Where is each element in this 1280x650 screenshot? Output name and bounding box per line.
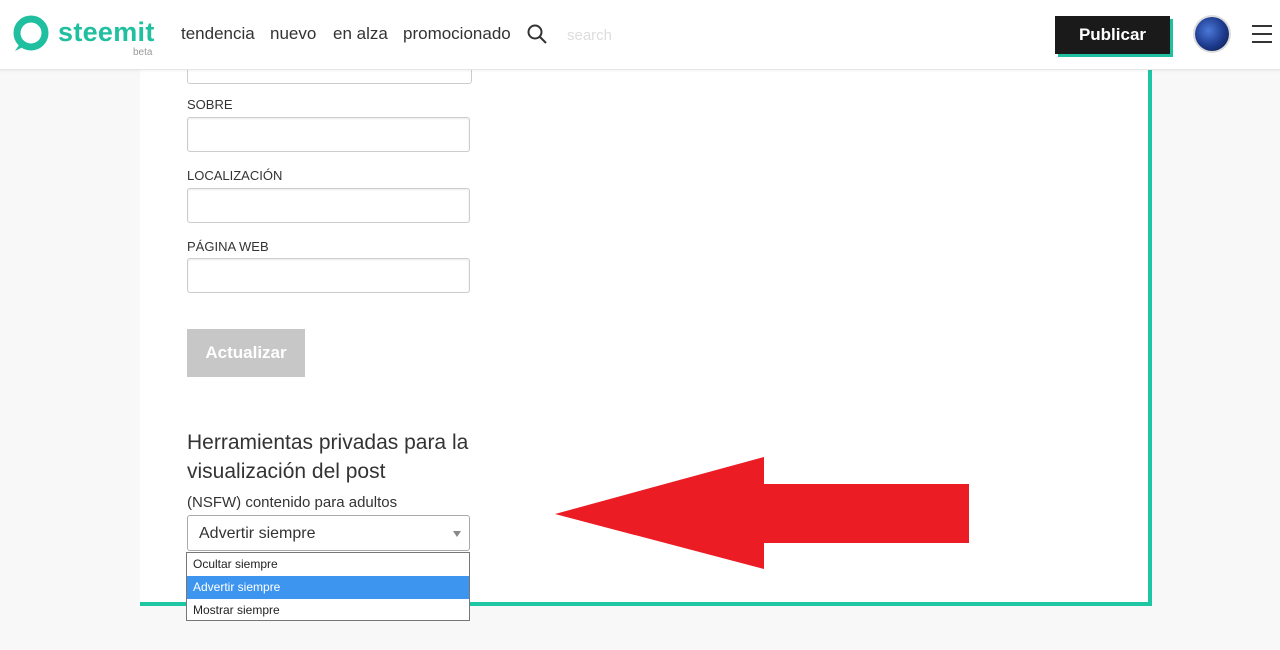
- privacy-section-title: Herramientas privadas para la visualizac…: [187, 431, 469, 483]
- update-button[interactable]: Actualizar: [187, 329, 305, 377]
- option-ocultar-siempre[interactable]: Ocultar siempre: [187, 553, 469, 576]
- nsfw-select-value: Advertir siempre: [199, 525, 316, 542]
- location-input[interactable]: [187, 188, 470, 223]
- publish-button[interactable]: Publicar: [1055, 16, 1170, 54]
- website-input[interactable]: [187, 258, 470, 293]
- website-label: PÁGINA WEB: [187, 239, 269, 254]
- option-mostrar-siempre[interactable]: Mostrar siempre: [187, 599, 469, 622]
- nav-link-en-alza[interactable]: en alza: [333, 24, 388, 44]
- about-input[interactable]: [187, 117, 470, 152]
- search-input[interactable]: [565, 21, 689, 49]
- nav-link-nuevo[interactable]: nuevo: [270, 24, 316, 44]
- nsfw-select[interactable]: Advertir siempre: [187, 515, 470, 551]
- steemit-logo-icon[interactable]: [13, 15, 49, 51]
- top-navbar: steemit beta tendencia nuevo en alza pro…: [0, 0, 1280, 70]
- chevron-down-icon: [453, 531, 461, 537]
- nav-link-tendencia[interactable]: tendencia: [181, 24, 255, 44]
- hamburger-menu-icon[interactable]: [1252, 25, 1272, 43]
- avatar[interactable]: [1195, 17, 1229, 51]
- logo-beta-label: beta: [133, 47, 153, 58]
- location-label: LOCALIZACIÓN: [187, 168, 283, 183]
- nsfw-dropdown-list: Ocultar siempre Advertir siempre Mostrar…: [186, 552, 470, 621]
- red-arrow-icon: [555, 457, 969, 569]
- search-icon[interactable]: [527, 24, 547, 44]
- logo-text[interactable]: steemit: [58, 17, 155, 48]
- nav-link-promocionado[interactable]: promocionado: [403, 24, 511, 44]
- option-advertir-siempre[interactable]: Advertir siempre: [187, 576, 469, 599]
- nsfw-label: (NSFW) contenido para adultos: [187, 494, 398, 511]
- about-label: SOBRE: [187, 97, 233, 112]
